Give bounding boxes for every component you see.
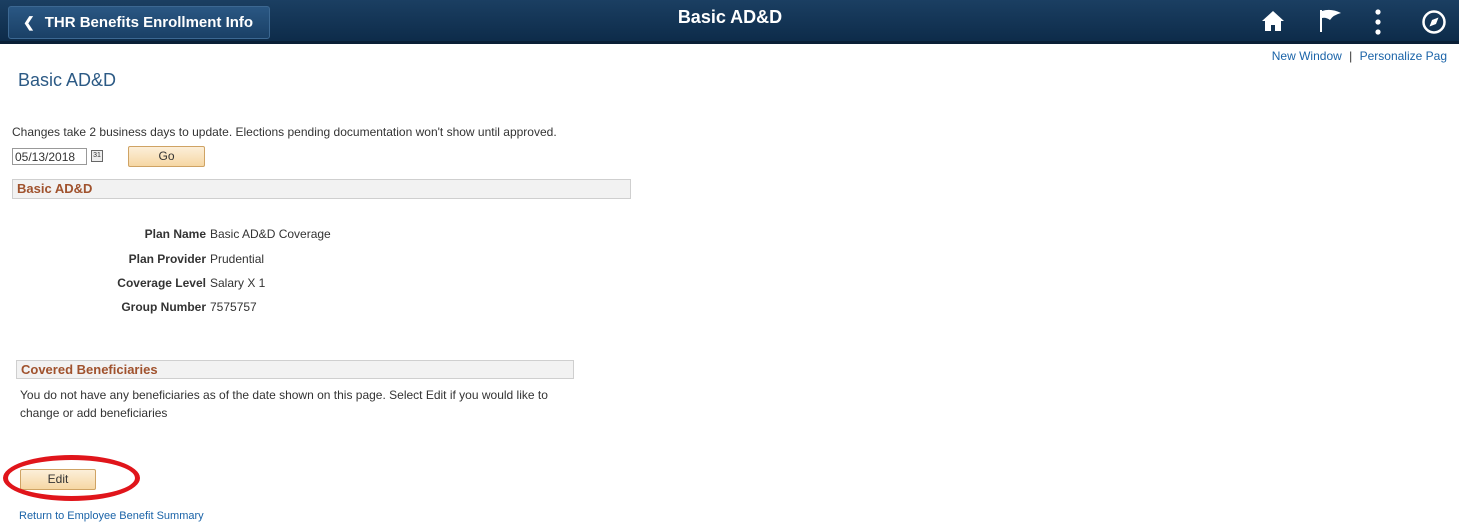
banner-title: Basic AD&D	[677, 7, 783, 27]
link-separator: |	[1349, 49, 1353, 63]
field-value: Salary X 1	[210, 276, 266, 290]
info-text: Changes take 2 business days to update. …	[12, 125, 557, 139]
beneficiaries-section-header: Covered Beneficiaries	[16, 360, 574, 379]
field-value: 7575757	[210, 300, 257, 314]
beneficiaries-message: You do not have any beneficiaries as of …	[20, 388, 548, 420]
calendar-icon[interactable]: 31	[91, 150, 103, 162]
more-vertical-icon[interactable]	[1373, 9, 1383, 40]
field-label: Coverage Level	[117, 276, 206, 290]
new-window-link[interactable]: New Window	[1272, 49, 1342, 63]
field-value: Basic AD&D Coverage	[210, 227, 331, 241]
back-button-label: THR Benefits Enrollment Info	[44, 14, 254, 31]
field-label: Group Number	[121, 300, 206, 314]
return-to-summary-link[interactable]: Return to Employee Benefit Summary	[19, 510, 204, 522]
top-banner: ❮ THR Benefits Enrollment Info Basic AD&…	[0, 0, 1459, 44]
back-button[interactable]: ❮ THR Benefits Enrollment Info	[8, 6, 270, 39]
field-label: Plan Name	[144, 227, 206, 241]
banner-edge	[0, 41, 1459, 44]
date-input[interactable]	[12, 148, 87, 165]
edit-button[interactable]: Edit	[20, 469, 96, 490]
flag-icon[interactable]	[1317, 9, 1343, 38]
chevron-left-icon: ❮	[23, 14, 35, 30]
home-icon[interactable]	[1261, 9, 1285, 38]
navigator-icon[interactable]	[1421, 9, 1447, 40]
personalize-page-link[interactable]: Personalize Pag	[1360, 49, 1447, 63]
go-button[interactable]: Go	[128, 146, 205, 167]
page-title: Basic AD&D	[18, 70, 117, 90]
top-links: New Window | Personalize Pag	[1272, 49, 1447, 63]
field-label: Plan Provider	[128, 252, 206, 266]
field-value: Prudential	[210, 252, 265, 266]
plan-section-header: Basic AD&D	[12, 179, 631, 199]
